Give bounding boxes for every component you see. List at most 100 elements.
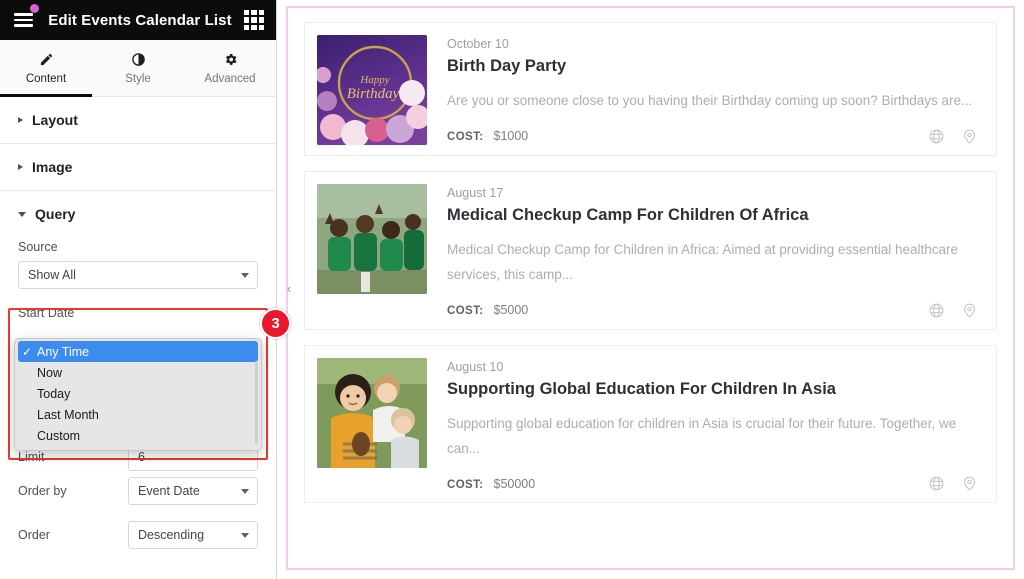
- order-by-value: Event Date: [138, 484, 200, 498]
- event-card[interactable]: August 17 Medical Checkup Camp For Child…: [304, 171, 997, 330]
- chevron-right-icon: [18, 117, 23, 123]
- section-image[interactable]: Image: [0, 144, 276, 191]
- check-icon: ✓: [22, 429, 37, 443]
- event-title[interactable]: Supporting Global Education For Children…: [447, 380, 982, 400]
- order-by-select[interactable]: Event Date: [128, 477, 258, 505]
- chevron-down-icon: [241, 489, 249, 494]
- event-date: October 10: [447, 37, 509, 51]
- dropdown-option-label: Today: [37, 386, 71, 401]
- event-meta-icons: [928, 128, 982, 145]
- chevron-down-icon: [18, 211, 26, 217]
- chevron-down-icon: [241, 273, 249, 278]
- event-cost-label: COST:: [447, 478, 484, 491]
- dropdown-option-label: Custom: [37, 428, 81, 443]
- event-cost-value: $5000: [493, 303, 529, 318]
- hamburger-icon[interactable]: [10, 4, 39, 33]
- check-icon: ✓: [22, 366, 37, 380]
- source-select-value: Show All: [28, 268, 76, 282]
- dropdown-option-last-month[interactable]: ✓ Last Month: [15, 404, 261, 425]
- check-icon: ✓: [22, 387, 37, 401]
- asian-children-image: [317, 357, 427, 468]
- map-pin-icon[interactable]: [961, 128, 978, 145]
- event-cost: COST: $5000: [447, 303, 528, 317]
- svg-text:Birthday: Birthday: [347, 86, 400, 102]
- event-card[interactable]: August 10 Supporting Global Education Fo…: [304, 344, 997, 504]
- editor-panel: Edit Events Calendar List Content Style …: [0, 0, 291, 579]
- section-layout-header[interactable]: Layout: [18, 112, 258, 128]
- start-date-label: Start Date: [18, 306, 75, 320]
- preview-canvas: ‹ Happy Birthday October 10 Birth Day Pa…: [277, 0, 1024, 579]
- order-by-row: Order by Event Date: [18, 477, 258, 505]
- widget-frame: ‹ Happy Birthday October 10 Birth Day Pa…: [286, 6, 1015, 570]
- dropdown-option-today[interactable]: ✓ Today: [15, 383, 261, 404]
- dropdown-option-any-time[interactable]: ✓ Any Time: [18, 341, 258, 362]
- dropdown-option-label: Any Time: [37, 344, 90, 359]
- globe-icon[interactable]: [928, 475, 945, 492]
- event-thumbnail: [317, 357, 427, 468]
- order-controls: Order by Event Date Order Descending: [18, 477, 258, 549]
- map-pin-icon[interactable]: [961, 302, 978, 319]
- tab-advanced[interactable]: Advanced: [184, 40, 276, 96]
- limit-value: 6: [138, 450, 145, 464]
- globe-icon[interactable]: [928, 128, 945, 145]
- event-description: Supporting global education for children…: [447, 415, 957, 456]
- tab-advanced-label: Advanced: [204, 72, 256, 85]
- event-meta-icons: [928, 475, 982, 492]
- event-thumbnail: [317, 184, 427, 294]
- section-image-label: Image: [32, 159, 73, 175]
- tab-style-label: Style: [125, 72, 151, 85]
- tab-content[interactable]: Content: [0, 40, 92, 97]
- contrast-circle-icon: [131, 52, 146, 67]
- section-query-label: Query: [35, 206, 76, 222]
- panel-tabs: Content Style Advanced: [0, 40, 276, 97]
- dropdown-option-now[interactable]: ✓ Now: [15, 362, 261, 383]
- start-date-dropdown-menu[interactable]: ✓ Any Time ✓ Now ✓ Today ✓ Last Month ✓ …: [14, 338, 262, 451]
- map-pin-icon[interactable]: [961, 475, 978, 492]
- tab-content-label: Content: [25, 72, 67, 85]
- section-layout-label: Layout: [32, 112, 78, 128]
- svg-text:Happy: Happy: [359, 74, 389, 86]
- event-body: August 17 Medical Checkup Camp For Child…: [447, 184, 982, 319]
- dropdown-option-custom[interactable]: ✓ Custom: [15, 425, 261, 446]
- event-footer: COST: $5000: [447, 302, 982, 319]
- source-select[interactable]: Show All: [18, 261, 258, 289]
- tab-style[interactable]: Style: [92, 40, 184, 96]
- event-title[interactable]: Medical Checkup Camp For Children Of Afr…: [447, 206, 982, 226]
- order-row: Order Descending: [18, 521, 258, 549]
- event-footer: COST: $1000: [447, 128, 982, 145]
- globe-icon[interactable]: [928, 302, 945, 319]
- limit-label: Limit: [18, 450, 45, 464]
- page-title: Edit Events Calendar List: [48, 11, 232, 29]
- event-thumbnail: Happy Birthday: [317, 35, 427, 145]
- notification-dot-icon: [30, 4, 39, 13]
- section-query-header[interactable]: Query: [18, 206, 258, 222]
- dropdown-scrollbar[interactable]: [255, 361, 258, 444]
- event-body: October 10 Birth Day Party Are you or so…: [447, 35, 982, 145]
- apps-grid-icon[interactable]: [244, 10, 264, 30]
- order-select[interactable]: Descending: [128, 521, 258, 549]
- event-date: August 17: [447, 186, 504, 200]
- annotation-step-badge: 3: [260, 308, 291, 339]
- event-meta-icons: [928, 302, 982, 319]
- event-cost: COST: $50000: [447, 477, 535, 491]
- section-layout[interactable]: Layout: [0, 97, 276, 144]
- dropdown-option-label: Last Month: [37, 407, 99, 422]
- source-label: Source: [18, 240, 58, 254]
- event-cost: COST: $1000: [447, 129, 528, 143]
- event-cost-label: COST:: [447, 305, 484, 318]
- event-body: August 10 Supporting Global Education Fo…: [447, 358, 982, 493]
- panel-collapse-handle[interactable]: ‹: [282, 271, 296, 305]
- african-children-image: [317, 184, 427, 294]
- section-image-header[interactable]: Image: [18, 159, 258, 175]
- event-cost-value: $50000: [493, 476, 536, 491]
- event-card[interactable]: Happy Birthday October 10 Birth Day Part…: [304, 22, 997, 156]
- event-cost-label: COST:: [447, 131, 484, 144]
- check-icon: ✓: [22, 344, 33, 359]
- birthday-balloons-image: Happy Birthday: [317, 35, 427, 145]
- chevron-down-icon: [241, 533, 249, 538]
- event-description: Medical Checkup Camp for Children in Afr…: [447, 241, 959, 282]
- chevron-left-icon: ‹: [286, 280, 292, 296]
- dropdown-option-label: Now: [37, 365, 63, 380]
- event-cost-value: $1000: [493, 129, 529, 144]
- event-title[interactable]: Birth Day Party: [447, 57, 982, 77]
